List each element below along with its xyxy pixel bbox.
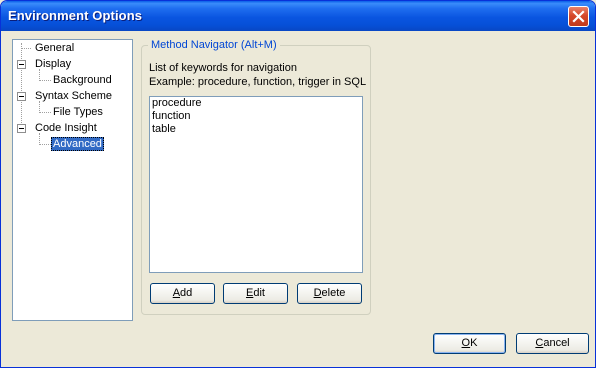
cancel-label: ancel	[543, 337, 570, 349]
cancel-button[interactable]: Cancel	[516, 333, 589, 354]
list-item[interactable]: table	[150, 123, 362, 136]
close-icon	[572, 10, 585, 23]
edit-label: dit	[253, 287, 265, 299]
edit-button[interactable]: Edit	[223, 283, 288, 304]
tree-item-label: Code Insight	[35, 122, 97, 134]
delete-mnemonic: D	[313, 287, 322, 299]
keywords-list[interactable]: procedure function table	[149, 96, 363, 273]
add-label: dd	[180, 287, 193, 299]
tree-item-label: File Types	[53, 106, 103, 118]
window-title: Environment Options	[8, 8, 143, 23]
delete-label: elete	[321, 287, 346, 299]
tree-item-code-insight[interactable]: Code Insight	[33, 121, 99, 135]
tree-connector-line	[21, 48, 31, 49]
tree-item-general[interactable]: General	[33, 41, 76, 55]
tree-item-display[interactable]: Display	[33, 57, 73, 71]
ok-button[interactable]: OK	[433, 333, 506, 354]
list-item[interactable]: procedure	[150, 97, 362, 110]
tree-item-label: Advanced	[51, 137, 104, 151]
tree-item-label: Syntax Scheme	[35, 90, 113, 102]
tree-connector-line	[21, 43, 22, 133]
ok-mnemonic: O	[461, 337, 471, 349]
tree-connector-line	[39, 80, 51, 81]
collapse-icon[interactable]	[17, 92, 26, 101]
environment-options-dialog: Environment Options General Display Back…	[0, 0, 596, 368]
description-text: List of keywords for navigation	[149, 62, 297, 74]
delete-button[interactable]: Delete	[297, 283, 362, 304]
collapse-icon[interactable]	[17, 124, 26, 133]
close-button[interactable]	[568, 6, 589, 27]
add-button[interactable]: Add	[150, 283, 215, 304]
tree-item-label: General	[35, 42, 75, 54]
tree-item-advanced[interactable]: Advanced	[51, 137, 104, 151]
tree-item-label: Background	[53, 74, 112, 86]
title-bar[interactable]: Environment Options	[1, 1, 595, 31]
group-title: Method Navigator (Alt+M)	[148, 39, 280, 51]
collapse-icon[interactable]	[17, 60, 26, 69]
add-mnemonic: A	[172, 287, 181, 299]
tree-item-label: Display	[35, 58, 72, 70]
ok-label: K	[470, 337, 478, 349]
tree-item-background[interactable]: Background	[51, 73, 114, 87]
tree-item-file-types[interactable]: File Types	[51, 105, 105, 119]
dialog-client-area: General Display Background Syntax Scheme…	[4, 31, 592, 365]
tree-connector-line	[39, 112, 51, 113]
tree-connector-line	[39, 144, 51, 145]
example-text: Example: procedure, function, trigger in…	[149, 76, 367, 88]
list-item[interactable]: function	[150, 110, 362, 123]
options-tree[interactable]: General Display Background Syntax Scheme…	[12, 39, 133, 321]
tree-item-syntax-scheme[interactable]: Syntax Scheme	[33, 89, 114, 103]
